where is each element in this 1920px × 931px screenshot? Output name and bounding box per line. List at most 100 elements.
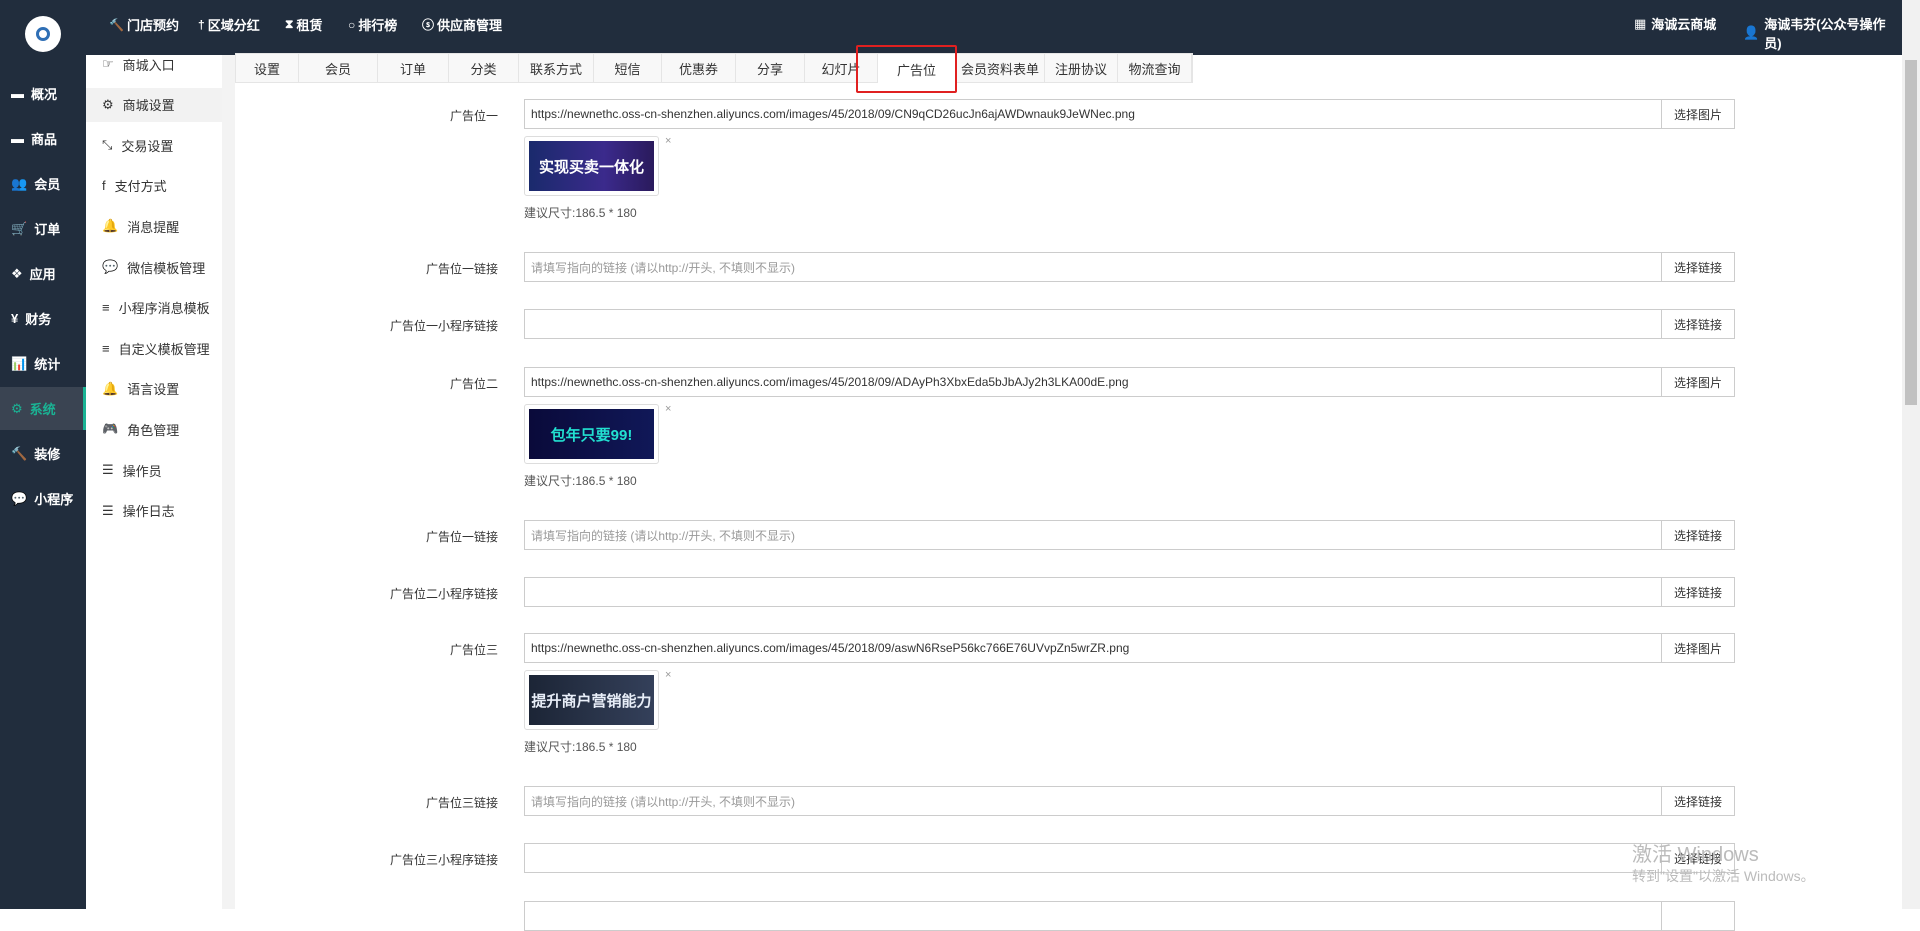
next-input[interactable] — [524, 901, 1662, 931]
tab[interactable]: 会员资料表单 — [956, 54, 1045, 82]
next-button[interactable] — [1661, 901, 1735, 931]
subnav-item[interactable]: ≡ 自定义模板管理 — [86, 331, 222, 365]
select-image-button[interactable]: 选择图片 — [1661, 367, 1735, 397]
ad-miniprogram-label: 广告位二小程序链接 — [389, 587, 498, 601]
ad-link-label: 广告位一链接 — [425, 530, 498, 544]
tab[interactable]: 物流查询 — [1118, 54, 1192, 82]
sidebar-item[interactable]: ❖ 应用 — [0, 252, 86, 295]
subnav-item[interactable]: ☰ 操作员 — [86, 453, 222, 487]
select-link-button[interactable]: 选择链接 — [1661, 786, 1735, 816]
sidebar-item[interactable]: ¥ 财务 — [0, 297, 86, 340]
subnav-icon: ⚙ — [102, 96, 114, 112]
subnav-item[interactable]: ≡ 小程序消息模板 — [86, 291, 222, 325]
topnav-label: 供应商管理 — [437, 18, 503, 33]
sidebar-icon: ¥ — [11, 311, 19, 326]
tab[interactable]: 会员 — [299, 54, 378, 82]
subnav-item[interactable]: 🔔 语言设置 — [86, 372, 222, 406]
subnav-label: 操作日志 — [122, 504, 175, 520]
shop-name: 海诚云商城 — [1651, 17, 1717, 32]
logo[interactable] — [25, 16, 61, 52]
scrollbar[interactable] — [1902, 0, 1920, 909]
tab[interactable]: 联系方式 — [519, 54, 594, 82]
ad-miniprogram-label: 广告位三小程序链接 — [389, 853, 498, 867]
tab[interactable]: 广告位 — [878, 54, 956, 84]
select-link-button[interactable]: 选择链接 — [1661, 252, 1735, 282]
subnav-label: 交易设置 — [121, 138, 174, 154]
ad-miniprogram-input[interactable] — [524, 309, 1662, 339]
size-hint: 建议尺寸:186.5 * 180 — [524, 740, 637, 754]
tab[interactable]: 分类 — [449, 54, 519, 82]
subnav-icon: f — [102, 178, 106, 194]
select-image-button[interactable]: 选择图片 — [1661, 99, 1735, 129]
topnav-item[interactable]: 🔨 门店预约 — [109, 15, 179, 34]
ad-link-input[interactable]: 请填写指向的链接 (请以http://开头, 不填则不显示) — [524, 786, 1662, 816]
sidebar-item[interactable]: 💬 小程序 — [0, 477, 86, 520]
ad-link-input[interactable]: 请填写指向的链接 (请以http://开头, 不填则不显示) — [524, 252, 1662, 282]
divider — [222, 55, 235, 909]
select-link-button[interactable]: 选择链接 — [1661, 520, 1735, 550]
tab[interactable]: 分享 — [736, 54, 805, 82]
topnav-label: 排行榜 — [358, 18, 398, 33]
tab[interactable]: 短信 — [594, 54, 662, 82]
select-link-button[interactable]: 选择链接 — [1661, 309, 1735, 339]
ad-thumbnail: 实现买卖一体化 — [524, 136, 659, 196]
main-sidebar: ▬ 概况 ▬ 商品 👥 会员 🛒 订单 ❖ 应用 ¥ 财务 📊 统计 ⚙ 系统 🔨 装修 💬 小程序 — [0, 55, 86, 909]
topnav-item[interactable]: ⧗ 租赁 — [285, 15, 322, 34]
subnav-icon: 🎮 — [102, 421, 119, 437]
tab[interactable]: 注册协议 — [1045, 54, 1118, 82]
ad-label: 广告位二 — [449, 377, 498, 391]
subnav-item[interactable]: ⚙ 商城设置 — [86, 87, 222, 122]
subnav-item[interactable]: ☰ 操作日志 — [86, 494, 222, 528]
sidebar-item[interactable]: 🔨 装修 — [0, 432, 86, 475]
subnav-label: 商城设置 — [122, 98, 175, 114]
sidebar-item[interactable]: 👥 会员 — [0, 162, 86, 205]
sidebar-item[interactable]: 📊 统计 — [0, 342, 86, 385]
select-link-button[interactable]: 选择链接 — [1661, 843, 1735, 873]
sidebar-item[interactable]: ▬ 商品 — [0, 117, 86, 160]
topnav-item[interactable]: † 区域分红 — [198, 15, 260, 34]
topnav-item[interactable]: ○ 排行榜 — [348, 15, 397, 34]
subnav-item[interactable]: ⤡ 交易设置 — [86, 128, 222, 162]
remove-image-icon[interactable]: × — [665, 135, 671, 147]
tab[interactable]: 优惠券 — [662, 54, 736, 82]
subnav-item[interactable]: ☞ 商城入口 — [86, 47, 222, 81]
ad-miniprogram-input[interactable] — [524, 843, 1662, 873]
select-image-button[interactable]: 选择图片 — [1661, 633, 1735, 663]
sidebar-icon: ⚙ — [11, 400, 23, 416]
subnav-item[interactable]: f 支付方式 — [86, 169, 222, 203]
shop-link[interactable]: ▦ 海诚云商城 — [1634, 14, 1716, 33]
ad-image-url-input[interactable]: https://newnethc.oss-cn-shenzhen.aliyunc… — [524, 367, 1662, 397]
circle-icon: ○ — [348, 17, 356, 32]
sidebar-item[interactable]: 🛒 订单 — [0, 207, 86, 250]
sidebar-item[interactable]: ▬ 概况 — [0, 72, 86, 115]
gavel-icon: 🔨 — [109, 17, 124, 32]
settings-tabs: 设置 会员 订单 分类 联系方式 短信 优惠券 分享 幻灯片 广告位 会员资料表单 注册协议 物流查询 — [235, 53, 1193, 84]
subnav-item[interactable]: 🎮 角色管理 — [86, 412, 222, 446]
subnav-label: 语言设置 — [127, 382, 180, 398]
tab[interactable]: 幻灯片 — [805, 54, 878, 82]
select-link-button[interactable]: 选择链接 — [1661, 577, 1735, 607]
remove-image-icon[interactable]: × — [665, 403, 671, 415]
sidebar-label: 应用 — [29, 267, 56, 282]
sidebar-label: 商品 — [31, 132, 58, 147]
subnav-item[interactable]: 🔔 消息提醒 — [86, 209, 222, 243]
sidebar-label: 财务 — [25, 312, 52, 327]
subnav-item[interactable]: 💬 微信模板管理 — [86, 250, 222, 284]
ad-image-url-input[interactable]: https://newnethc.oss-cn-shenzhen.aliyunc… — [524, 633, 1662, 663]
sidebar-item[interactable]: ⚙ 系统 — [0, 387, 86, 430]
subnav-label: 自定义模板管理 — [118, 341, 210, 357]
subnav-label: 操作员 — [122, 463, 162, 479]
topnav-item[interactable]: ⓢ 供应商管理 — [422, 15, 502, 34]
user-menu[interactable]: 👤 海诚韦芬(公众号操作员) — [1743, 14, 1902, 52]
sidebar-icon: 📊 — [11, 355, 28, 371]
sidebar-icon: ▬ — [11, 86, 24, 101]
remove-image-icon[interactable]: × — [665, 669, 671, 681]
topnav-label: 区域分红 — [207, 18, 260, 33]
ad-link-input[interactable]: 请填写指向的链接 (请以http://开头, 不填则不显示) — [524, 520, 1662, 550]
scrollbar-thumb[interactable] — [1905, 60, 1917, 405]
user-icon: 👤 — [1743, 25, 1760, 40]
ad-miniprogram-input[interactable] — [524, 577, 1662, 607]
tab[interactable]: 订单 — [378, 54, 449, 82]
ad-image-url-input[interactable]: https://newnethc.oss-cn-shenzhen.aliyunc… — [524, 99, 1662, 129]
tab[interactable]: 设置 — [236, 54, 299, 82]
